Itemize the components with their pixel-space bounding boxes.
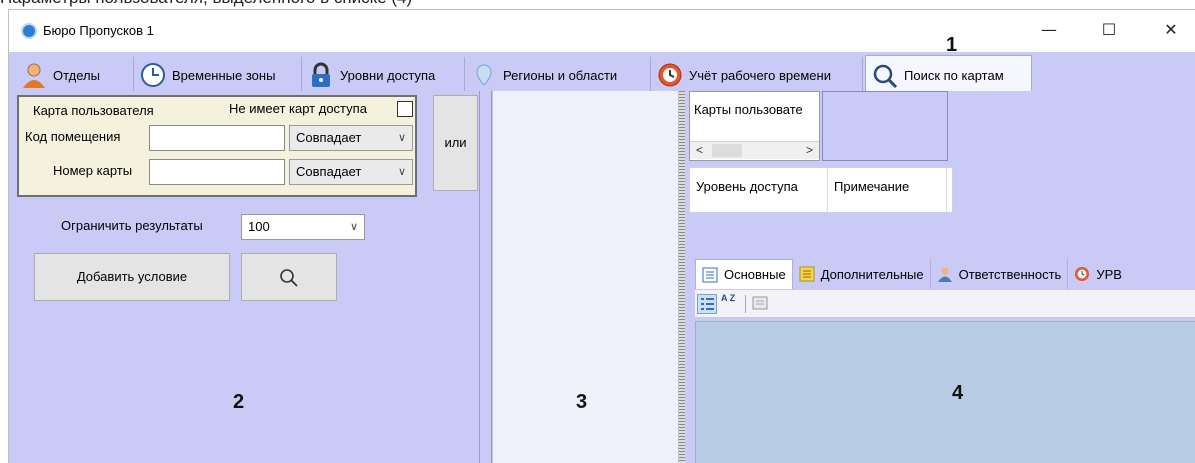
callout-2: 2 xyxy=(233,391,245,413)
tab-additional[interactable]: Дополнительные xyxy=(793,259,931,289)
select-value: Совпадает xyxy=(296,164,362,179)
tab-card-search[interactable]: Поиск по картам xyxy=(865,55,1032,95)
tab-label: Временные зоны xyxy=(172,67,276,83)
categorized-icon xyxy=(701,298,714,310)
screenshot-root: Параметры пользователя, выделенного в сп… xyxy=(0,0,1195,463)
tab-label: Дополнительные xyxy=(820,266,924,282)
tab-time-tracking-props[interactable]: УРВ xyxy=(1068,259,1128,289)
chevron-down-icon: ∨ xyxy=(397,166,406,178)
limit-select[interactable]: 100 ∨ xyxy=(241,214,365,240)
cards-hscrollbar[interactable]: < > xyxy=(690,141,819,159)
tab-label: УРВ xyxy=(1096,266,1122,282)
tab-label: Отделы xyxy=(53,67,100,83)
magnifier-icon xyxy=(280,269,298,287)
timesheet-icon xyxy=(657,62,683,88)
tab-time-zones[interactable]: Временные зоны xyxy=(134,57,302,93)
card-condition-group: Карта пользователя Не имеет карт доступа… xyxy=(17,95,417,197)
list-icon xyxy=(702,267,718,283)
column-divider xyxy=(946,168,947,212)
add-condition-button[interactable]: Добавить условие xyxy=(34,253,230,301)
sort-az-icon: A Z xyxy=(721,293,736,303)
tab-departments[interactable]: Отделы xyxy=(15,57,134,93)
room-code-match-select[interactable]: Совпадает ∨ xyxy=(289,125,413,151)
timesheet-icon xyxy=(1074,266,1090,282)
card-preview-box xyxy=(822,91,948,161)
panel-splitter[interactable] xyxy=(480,91,492,463)
property-grid[interactable]: 4 xyxy=(695,321,1195,463)
scroll-left-arrow[interactable]: < xyxy=(696,143,703,157)
tab-label: Уровни доступа xyxy=(340,67,436,83)
callout-4: 4 xyxy=(952,382,964,404)
access-levels-grid[interactable]: Уровень доступа Примечание xyxy=(689,167,953,213)
toolbar-divider xyxy=(745,295,746,313)
property-pages-button[interactable] xyxy=(751,294,771,314)
select-value: Совпадает xyxy=(296,130,362,145)
tab-main[interactable]: Основные xyxy=(695,259,793,289)
notes-icon xyxy=(799,266,815,282)
tab-label: Основные xyxy=(724,267,786,282)
card-number-label: Номер карты xyxy=(53,163,133,178)
room-code-input[interactable] xyxy=(149,125,285,151)
people-icon xyxy=(937,266,953,282)
tab-regions[interactable]: Регионы и области xyxy=(465,57,651,93)
column-divider xyxy=(827,168,828,212)
scroll-thumb[interactable] xyxy=(712,144,742,157)
title-bar: Бюро Пропусков 1 — ☐ ✕ xyxy=(9,10,1195,52)
categorized-view-button[interactable] xyxy=(697,294,717,314)
limit-label: Ограничить результаты xyxy=(61,218,203,233)
tab-time-tracking[interactable]: Учёт рабочего времени xyxy=(651,57,863,93)
search-conditions-panel: Карта пользователя Не имеет карт доступа… xyxy=(9,91,480,463)
app-logo-icon xyxy=(21,23,37,39)
search-button[interactable] xyxy=(241,253,337,301)
property-tabs: Основные Дополнительные Ответственность xyxy=(695,259,1128,289)
callout-1: 1 xyxy=(946,34,958,56)
page-caption: Параметры пользователя, выделенного в сп… xyxy=(0,0,412,8)
tab-label: Поиск по картам xyxy=(904,68,1004,83)
select-value: 100 xyxy=(248,219,270,234)
scroll-right-arrow[interactable]: > xyxy=(806,143,813,157)
close-button[interactable]: ✕ xyxy=(1149,16,1193,44)
region-icon xyxy=(471,62,497,88)
cards-column-header: Карты пользовате xyxy=(694,102,803,117)
no-cards-checkbox[interactable] xyxy=(397,101,413,117)
lock-icon xyxy=(308,62,334,88)
user-cards-list[interactable]: Карты пользовате < > xyxy=(689,91,820,161)
chevron-down-icon: ∨ xyxy=(397,132,406,144)
chevron-down-icon: ∨ xyxy=(349,221,358,233)
card-number-match-select[interactable]: Совпадает ∨ xyxy=(289,159,413,185)
tab-label: Учёт рабочего времени xyxy=(689,67,831,83)
user-details-panel: Карты пользовате < > Уровень доступа При… xyxy=(685,91,1195,463)
tab-label: Регионы и области xyxy=(503,67,618,83)
group-title: Карта пользователя xyxy=(33,103,154,118)
tab-access-levels[interactable]: Уровни доступа xyxy=(302,57,465,93)
note-column-header: Примечание xyxy=(834,179,910,194)
sort-az-button[interactable]: A Z xyxy=(721,294,741,314)
or-button[interactable]: или xyxy=(433,95,478,191)
app-window: Бюро Пропусков 1 — ☐ ✕ Отделы Временные … xyxy=(8,9,1195,463)
maximize-button[interactable]: ☐ xyxy=(1087,16,1131,44)
callout-3: 3 xyxy=(576,391,588,413)
minimize-button[interactable]: — xyxy=(1027,16,1071,44)
search-icon xyxy=(872,63,898,89)
search-results-panel[interactable]: 3 xyxy=(492,91,679,463)
tab-label: Ответственность xyxy=(958,266,1062,282)
tab-responsibility[interactable]: Ответственность xyxy=(931,259,1069,289)
room-code-label: Код помещения xyxy=(25,129,121,144)
property-pages-icon xyxy=(752,296,768,310)
user-icon xyxy=(21,62,47,88)
access-level-column-header: Уровень доступа xyxy=(696,179,798,194)
window-title: Бюро Пропусков 1 xyxy=(43,23,154,38)
property-toolbar: A Z xyxy=(695,290,1195,318)
clock-icon xyxy=(140,62,166,88)
card-number-input[interactable] xyxy=(149,159,285,185)
no-cards-label: Не имеет карт доступа xyxy=(229,101,367,116)
